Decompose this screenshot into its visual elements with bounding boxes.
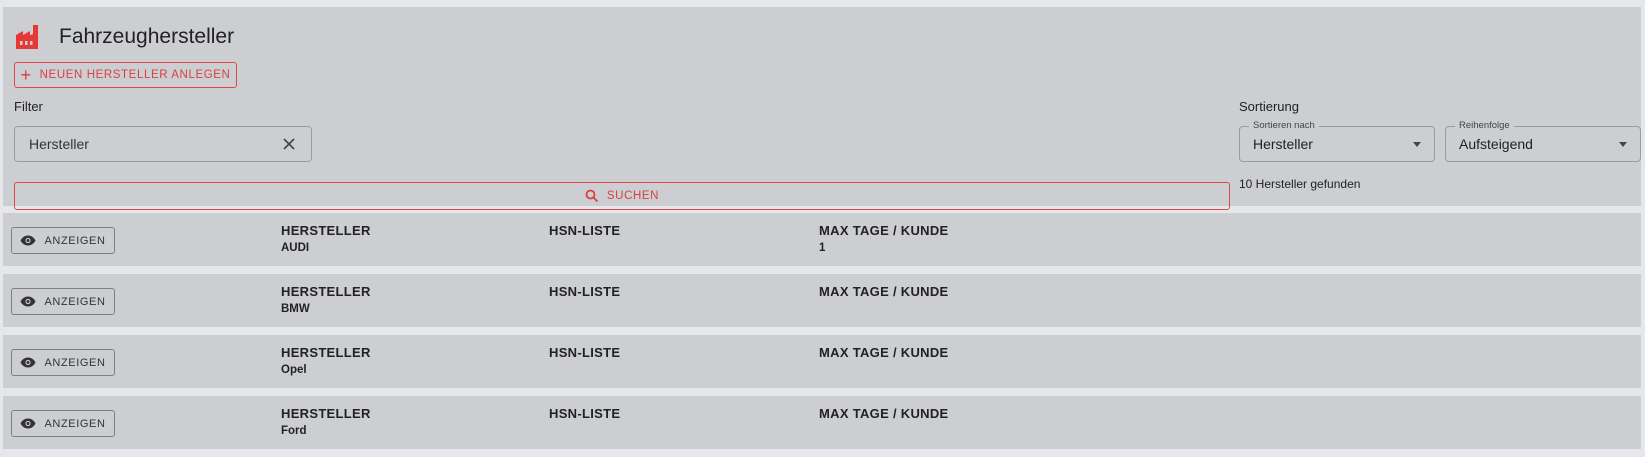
hsn-header: HSN-LISTE bbox=[549, 223, 621, 238]
hsn-header: HSN-LISTE bbox=[549, 406, 621, 421]
manufacturer-filter-input[interactable]: Hersteller bbox=[14, 126, 312, 162]
max-days-column: MAX TAGE / KUNDE bbox=[819, 345, 949, 364]
search-panel: Fahrzeughersteller + NEUEN HERSTELLER AN… bbox=[3, 7, 1641, 210]
filter-heading: Filter bbox=[14, 99, 43, 114]
manufacturer-column: HERSTELLER AUDI bbox=[281, 223, 371, 254]
hsn-column: HSN-LISTE bbox=[549, 284, 620, 303]
view-label: ANZEIGEN bbox=[44, 234, 106, 247]
manufacturer-column: HERSTELLER BMW bbox=[281, 284, 371, 315]
manufacturer-column: HERSTELLER Opel bbox=[281, 345, 371, 376]
max-days-column: MAX TAGE / KUNDE bbox=[819, 284, 949, 303]
eye-icon bbox=[20, 296, 36, 307]
hsn-column: HSN-LISTE bbox=[549, 406, 620, 425]
search-label: SUCHEN bbox=[606, 190, 660, 202]
factory-icon bbox=[16, 25, 38, 49]
plus-icon: + bbox=[20, 65, 32, 85]
new-manufacturer-button[interactable]: + NEUEN HERSTELLER ANLEGEN bbox=[14, 62, 237, 88]
sort-order-label: Reihenfolge bbox=[1455, 120, 1514, 131]
list-item: ANZEIGEN HERSTELLER Ford HSN-LISTE MAX T… bbox=[3, 396, 1641, 449]
max-days-header: MAX TAGE / KUNDE bbox=[819, 345, 949, 360]
view-button[interactable]: ANZEIGEN bbox=[11, 410, 115, 437]
manufacturer-column: HERSTELLER Ford bbox=[281, 406, 371, 437]
max-days-column: MAX TAGE / KUNDE bbox=[819, 406, 949, 425]
hsn-header: HSN-LISTE bbox=[549, 345, 621, 360]
sort-order-select[interactable]: Reihenfolge Aufsteigend bbox=[1445, 120, 1641, 162]
view-label: ANZEIGEN bbox=[44, 295, 106, 308]
eye-icon bbox=[20, 235, 36, 246]
max-days-value: 1 bbox=[819, 242, 826, 254]
list-item: ANZEIGEN HERSTELLER AUDI HSN-LISTE MAX T… bbox=[3, 213, 1641, 266]
sort-heading: Sortierung bbox=[1239, 99, 1299, 114]
chevron-down-icon bbox=[1413, 141, 1421, 147]
hsn-header: HSN-LISTE bbox=[549, 284, 621, 299]
manufacturer-value: Ford bbox=[281, 425, 307, 437]
eye-icon bbox=[20, 418, 36, 429]
view-label: ANZEIGEN bbox=[44, 417, 106, 430]
clear-icon[interactable] bbox=[281, 136, 297, 152]
filter-value: Hersteller bbox=[29, 136, 89, 152]
max-days-header: MAX TAGE / KUNDE bbox=[819, 406, 949, 421]
manufacturer-value: BMW bbox=[281, 303, 310, 315]
list-item: ANZEIGEN HERSTELLER BMW HSN-LISTE MAX TA… bbox=[3, 274, 1641, 327]
sort-field-select[interactable]: Sortieren nach Hersteller bbox=[1239, 120, 1435, 162]
view-button[interactable]: ANZEIGEN bbox=[11, 288, 115, 315]
max-days-header: MAX TAGE / KUNDE bbox=[819, 284, 949, 299]
list-item: ANZEIGEN HERSTELLER Opel HSN-LISTE MAX T… bbox=[3, 335, 1641, 388]
sort-field-value: Hersteller bbox=[1253, 136, 1313, 152]
hsn-column: HSN-LISTE bbox=[549, 223, 620, 242]
sort-order-value: Aufsteigend bbox=[1459, 136, 1533, 152]
page-title: Fahrzeughersteller bbox=[59, 25, 235, 48]
manufacturer-header: HERSTELLER bbox=[281, 406, 371, 421]
sort-field-label: Sortieren nach bbox=[1249, 120, 1319, 131]
new-manufacturer-label: NEUEN HERSTELLER ANLEGEN bbox=[39, 69, 231, 81]
manufacturer-header: HERSTELLER bbox=[281, 223, 371, 238]
manufacturer-header: HERSTELLER bbox=[281, 345, 371, 360]
view-button[interactable]: ANZEIGEN bbox=[11, 227, 115, 254]
page-header: Fahrzeughersteller bbox=[14, 23, 234, 51]
result-count: 10 Hersteller gefunden bbox=[1239, 177, 1361, 191]
manufacturer-value: Opel bbox=[281, 364, 307, 376]
max-days-header: MAX TAGE / KUNDE bbox=[819, 223, 949, 238]
manufacturer-header: HERSTELLER bbox=[281, 284, 371, 299]
eye-icon bbox=[20, 357, 36, 368]
manufacturer-value: AUDI bbox=[281, 242, 310, 254]
chevron-down-icon bbox=[1619, 141, 1627, 147]
search-icon bbox=[585, 189, 599, 203]
max-days-column: MAX TAGE / KUNDE 1 bbox=[819, 223, 949, 254]
view-label: ANZEIGEN bbox=[44, 356, 106, 369]
hsn-column: HSN-LISTE bbox=[549, 345, 620, 364]
view-button[interactable]: ANZEIGEN bbox=[11, 349, 115, 376]
search-button[interactable]: SUCHEN bbox=[14, 182, 1230, 210]
